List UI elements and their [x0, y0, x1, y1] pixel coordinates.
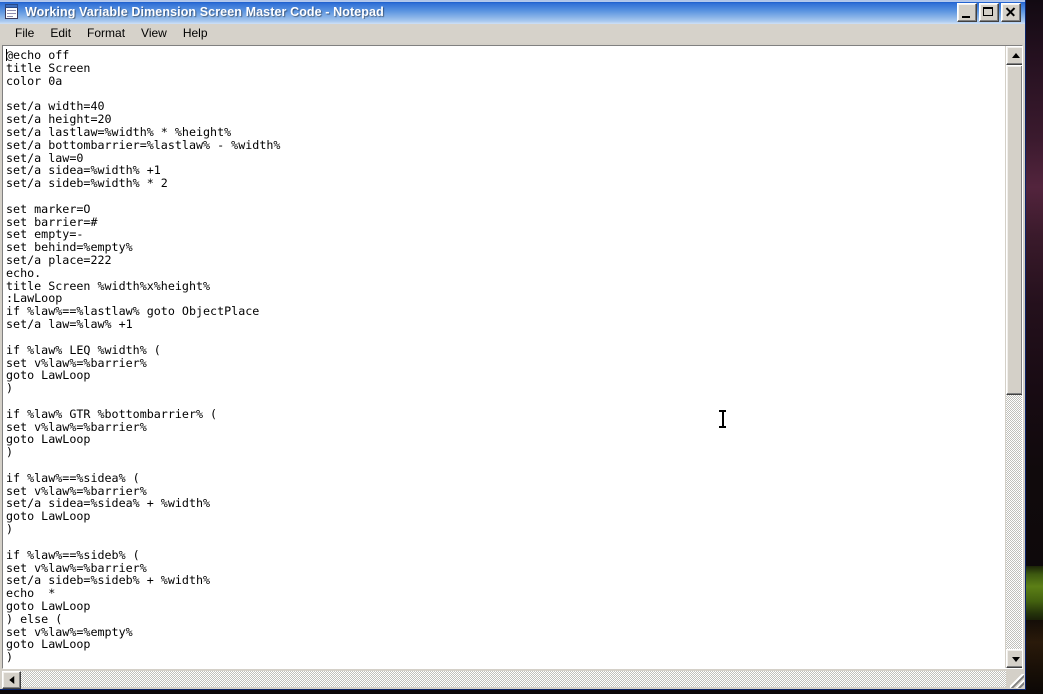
scroll-down-arrow-icon	[1011, 656, 1020, 662]
client-area: @echo off title Screen color 0a set/a wi…	[0, 43, 1025, 671]
text-editor[interactable]: @echo off title Screen color 0a set/a wi…	[3, 46, 1005, 668]
vertical-scrollbar-thumb[interactable]	[1006, 65, 1022, 395]
scroll-left-arrow-icon	[8, 676, 14, 684]
notepad-icon	[4, 4, 20, 20]
scroll-up-button[interactable]	[1006, 46, 1022, 65]
menu-item-view[interactable]: View	[133, 25, 175, 42]
menu-item-file[interactable]: File	[7, 25, 42, 42]
window-title: Working Variable Dimension Screen Master…	[25, 5, 384, 19]
editor-content[interactable]: @echo off title Screen color 0a set/a wi…	[6, 49, 1005, 664]
minimize-icon	[962, 15, 970, 18]
window-titlebar[interactable]: Working Variable Dimension Screen Master…	[0, 0, 1025, 24]
menu-bar: File Edit Format View Help	[0, 24, 1025, 43]
minimize-button[interactable]	[957, 2, 977, 22]
vertical-scrollbar[interactable]	[1005, 46, 1022, 668]
maximize-icon	[983, 6, 993, 16]
horizontal-scrollbar-track[interactable]	[21, 671, 1006, 687]
horizontal-scrollbar-row	[0, 671, 1025, 689]
scrollbar-corner	[1006, 671, 1023, 687]
caption-button-group	[957, 2, 1021, 22]
maximize-button[interactable]	[979, 2, 999, 22]
vertical-scrollbar-track[interactable]	[1006, 65, 1022, 649]
close-button[interactable]	[1001, 2, 1021, 22]
scroll-down-button[interactable]	[1006, 649, 1022, 668]
notepad-window: Working Variable Dimension Screen Master…	[0, 0, 1026, 690]
editor-frame: @echo off title Screen color 0a set/a wi…	[2, 45, 1023, 669]
menu-item-edit[interactable]: Edit	[42, 25, 79, 42]
scroll-left-button[interactable]	[2, 671, 21, 689]
horizontal-scrollbar[interactable]	[2, 671, 1006, 689]
scroll-up-arrow-icon	[1011, 52, 1020, 58]
text-caret	[6, 49, 7, 61]
menu-item-help[interactable]: Help	[175, 25, 216, 42]
menu-item-format[interactable]: Format	[79, 25, 133, 42]
